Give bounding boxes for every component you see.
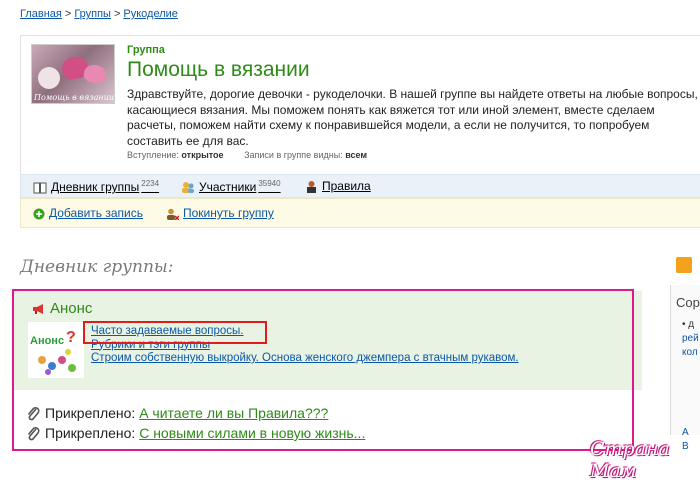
- tab-diary-count: 2234: [141, 179, 160, 188]
- site-watermark: Страна Мам: [590, 438, 670, 482]
- sidebar-heading: Сор: [676, 295, 700, 310]
- people-icon: [182, 182, 194, 194]
- breadcrumb-home-link[interactable]: Главная: [20, 8, 62, 20]
- breadcrumb-separator: >: [64, 8, 72, 20]
- add-post-button[interactable]: Добавить запись: [33, 206, 143, 220]
- leave-user-icon: [167, 208, 179, 220]
- visibility-label: Записи в группе видны:: [244, 150, 343, 160]
- magenta-highlight-frame: [12, 289, 634, 451]
- plus-circle-icon: [33, 208, 45, 220]
- visibility-value: всем: [345, 150, 368, 160]
- group-actions: Добавить запись Покинуть группу: [20, 198, 700, 228]
- sidebar-bullet: • д: [682, 319, 695, 330]
- diary-section-title: Дневник группы:: [20, 257, 174, 277]
- search-icon[interactable]: [676, 257, 692, 273]
- breadcrumb-groups-link[interactable]: Группы: [74, 8, 111, 20]
- sidebar-link[interactable]: А: [682, 427, 689, 438]
- group-kind-label: Группа: [127, 44, 165, 56]
- leave-group-button[interactable]: Покинуть группу: [166, 206, 274, 220]
- breadcrumb-separator: >: [113, 8, 121, 20]
- tab-members-count: 35940: [258, 179, 281, 188]
- group-meta: Вступление: открытое Записи в группе вид…: [127, 150, 367, 160]
- yarn-ball-shape: [38, 67, 60, 89]
- breadcrumb: Главная > Группы > Рукоделие: [20, 8, 178, 20]
- heart-shape: [82, 62, 108, 86]
- group-description: Здравствуйте, дорогие девочки - рукодело…: [127, 87, 698, 148]
- tab-diary[interactable]: Дневник группы 2234: [33, 179, 159, 194]
- add-post-label: Добавить запись: [49, 206, 143, 220]
- group-title: Помощь в вязании: [127, 58, 310, 81]
- tab-rules[interactable]: Правила: [305, 179, 371, 194]
- book-icon: [33, 182, 47, 194]
- sidebar-link[interactable]: кол: [682, 347, 698, 358]
- join-label: Вступление:: [127, 150, 179, 160]
- tab-members-label: Участники: [199, 180, 257, 194]
- tab-diary-label: Дневник группы: [51, 180, 140, 194]
- breadcrumb-crafts-link[interactable]: Рукоделие: [123, 8, 178, 20]
- group-header: Помощь в вязании Группа Помощь в вязании…: [20, 35, 700, 175]
- leave-group-label: Покинуть группу: [183, 206, 274, 220]
- rules-icon: [307, 181, 316, 194]
- group-tabs: Дневник группы 2234 Участники 35940 Правил…: [20, 174, 700, 198]
- tab-rules-label: Правила: [322, 179, 371, 193]
- group-avatar[interactable]: Помощь в вязании: [31, 44, 115, 104]
- join-value: открытое: [181, 150, 224, 160]
- group-avatar-caption: Помощь в вязании: [34, 93, 115, 102]
- tab-members[interactable]: Участники 35940: [181, 179, 281, 194]
- sidebar-link[interactable]: рей: [682, 333, 699, 344]
